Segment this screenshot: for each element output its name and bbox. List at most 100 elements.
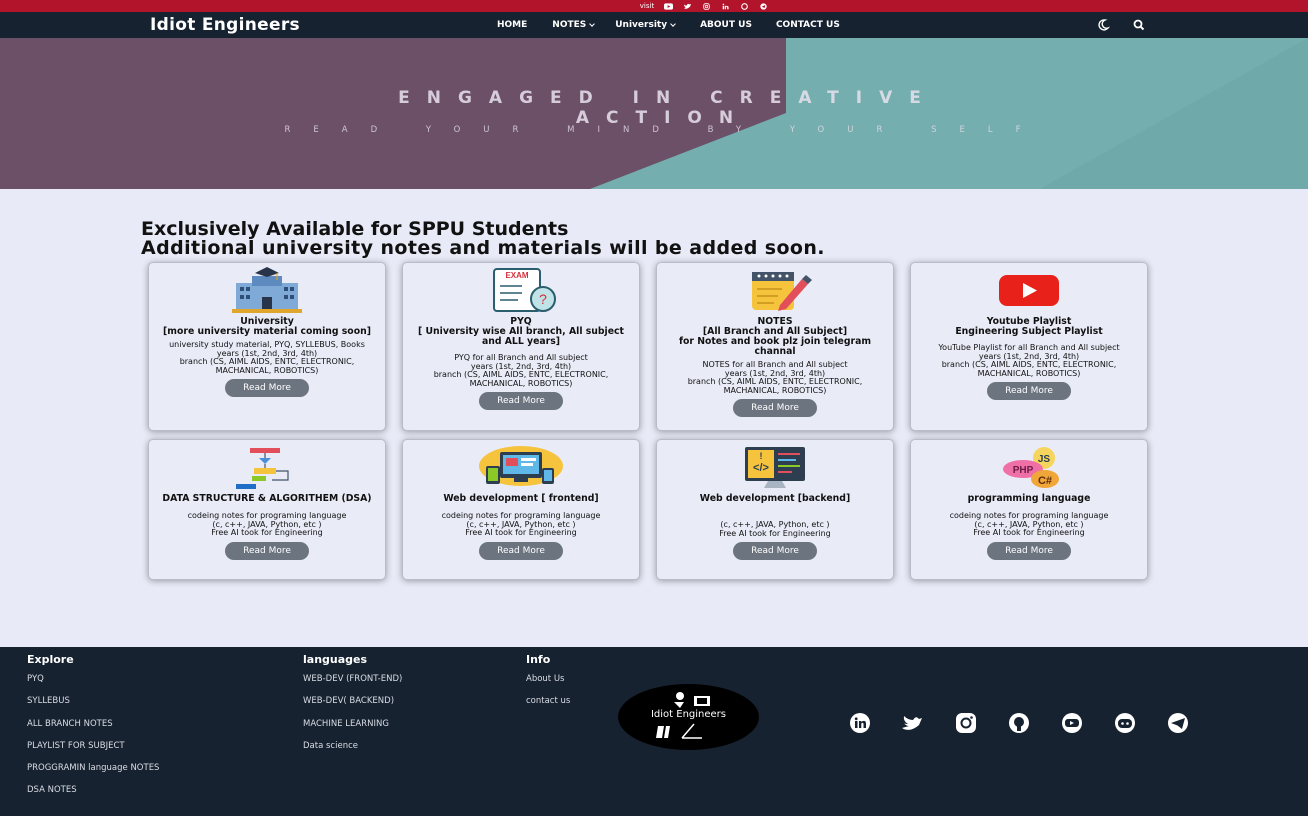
footer-link[interactable]: SYLLEBUS bbox=[27, 696, 159, 718]
card-description: (c, c++, JAVA, Python, etc ) Free AI too… bbox=[719, 520, 831, 538]
languages-icon: JS PHP C# bbox=[915, 444, 1143, 490]
twitter-icon[interactable] bbox=[900, 713, 926, 733]
section-subheading: Additional university notes and material… bbox=[141, 237, 825, 259]
footer-link[interactable]: PLAYLIST FOR SUBJECT bbox=[27, 741, 159, 763]
card-web-frontend: Web development [ frontend] codeing note… bbox=[402, 439, 640, 580]
flowchart-icon bbox=[153, 444, 381, 490]
hero-banner: ENGAGED IN CREATIVE ACTION READ YOUR MIN… bbox=[0, 38, 1308, 189]
footer-socials bbox=[847, 713, 1191, 733]
read-more-button[interactable]: Read More bbox=[987, 382, 1071, 400]
visit-label: visit bbox=[639, 2, 655, 10]
linkedin-icon[interactable] bbox=[847, 713, 873, 733]
nav-notes-dropdown[interactable]: NOTES bbox=[552, 20, 596, 30]
footer-logo-text: Idiot Engineers bbox=[650, 709, 727, 720]
read-more-button[interactable]: Read More bbox=[479, 392, 563, 410]
instagram-icon[interactable] bbox=[953, 713, 979, 733]
read-more-button[interactable]: Read More bbox=[987, 541, 1071, 560]
card-description: university study material, PYQ, SYLLEBUS… bbox=[169, 340, 365, 375]
chevron-down-icon bbox=[589, 20, 596, 27]
card-description: NOTES for all Branch and All subject yea… bbox=[687, 360, 863, 395]
csharp-label: C# bbox=[1038, 475, 1052, 487]
nav-home[interactable]: HOME bbox=[497, 20, 527, 30]
twitter-icon[interactable] bbox=[683, 3, 692, 10]
svg-text:?: ? bbox=[539, 291, 547, 307]
footer-link[interactable]: PROGGRAMIN language NOTES bbox=[27, 763, 159, 785]
footer-link[interactable]: MACHINE LEARNING bbox=[303, 719, 402, 741]
instagram-icon[interactable] bbox=[702, 2, 711, 10]
card-pyq: EXAM ? PYQ [ University wise All branch,… bbox=[402, 262, 640, 431]
footer-link[interactable]: WEB-DEV( BACKEND) bbox=[303, 696, 402, 718]
exam-icon: EXAM ? bbox=[407, 267, 635, 313]
code-monitor-icon: </> ! bbox=[661, 444, 889, 490]
nav-about[interactable]: ABOUT US bbox=[700, 20, 752, 30]
svg-text:</>: </> bbox=[753, 462, 769, 474]
svg-text:!: ! bbox=[760, 451, 763, 461]
card-title: DATA STRUCTURE & ALGORITHEM (DSA) bbox=[162, 493, 372, 504]
card-notes: NOTES [All Branch and All Subject] for N… bbox=[656, 262, 894, 431]
card-title: University [more university material com… bbox=[163, 316, 371, 337]
card-university: University [more university material com… bbox=[148, 262, 386, 431]
card-description: codeing notes for programing language (c… bbox=[187, 511, 347, 537]
card-youtube-playlist: Youtube Playlist Engineering Subject Pla… bbox=[910, 262, 1148, 431]
notes-icon bbox=[661, 267, 889, 313]
footer: Explore PYQ SYLLEBUS ALL BRANCH NOTES PL… bbox=[0, 647, 1308, 816]
card-title: NOTES [All Branch and All Subject] for N… bbox=[678, 316, 872, 357]
hero-title-line1: ENGAGED IN CREATIVE bbox=[398, 88, 938, 108]
card-title: Web development [ frontend] bbox=[443, 493, 599, 504]
github-icon[interactable] bbox=[1006, 713, 1032, 733]
read-more-button[interactable]: Read More bbox=[479, 541, 563, 560]
footer-explore: Explore PYQ SYLLEBUS ALL BRANCH NOTES PL… bbox=[27, 653, 159, 808]
nav-contact-label: CONTACT US bbox=[775, 20, 840, 30]
read-more-button[interactable]: Read More bbox=[733, 542, 817, 560]
telegram-icon[interactable] bbox=[1165, 713, 1191, 733]
github-icon[interactable] bbox=[740, 2, 749, 10]
footer-languages: languages WEB-DEV (FRONT-END) WEB-DEV( B… bbox=[303, 653, 402, 763]
brand-logo[interactable]: Idiot Engineers bbox=[150, 15, 300, 35]
card-title: Youtube Playlist Engineering Subject Pla… bbox=[955, 316, 1103, 337]
footer-heading: Explore bbox=[27, 653, 74, 666]
navbar: Idiot Engineers HOME NOTES University AB… bbox=[0, 12, 1308, 38]
footer-link[interactable]: WEB-DEV (FRONT-END) bbox=[303, 674, 402, 696]
hero-subtitle: READ YOUR MIND BY YOUR SELF bbox=[284, 125, 1044, 135]
web-devices-icon bbox=[407, 444, 635, 490]
discord-icon[interactable] bbox=[1112, 713, 1138, 733]
university-icon bbox=[153, 267, 381, 313]
php-label: PHP bbox=[1013, 465, 1034, 476]
footer-link[interactable]: Data science bbox=[303, 741, 402, 763]
nav-notes-label: NOTES bbox=[552, 20, 587, 30]
telegram-icon[interactable] bbox=[759, 2, 768, 10]
footer-heading: languages bbox=[303, 653, 368, 666]
footer-logo: Idiot Engineers bbox=[618, 684, 759, 750]
footer-link[interactable]: contact us bbox=[526, 696, 570, 718]
search-icon[interactable] bbox=[1132, 18, 1146, 32]
read-more-button[interactable]: Read More bbox=[225, 541, 309, 560]
card-title: programming language bbox=[967, 493, 1091, 504]
card-web-backend: </> ! Web development [backend] (c, c++,… bbox=[656, 439, 894, 580]
card-programming-language: JS PHP C# programming language codeing n… bbox=[910, 439, 1148, 580]
linkedin-icon[interactable] bbox=[721, 3, 730, 10]
exam-label: EXAM bbox=[505, 271, 528, 280]
card-description: codeing notes for programing language (c… bbox=[441, 511, 601, 537]
nav-contact[interactable]: CONTACT US bbox=[776, 20, 840, 30]
nav-about-label: ABOUT US bbox=[700, 20, 752, 30]
youtube-icon bbox=[915, 267, 1143, 313]
nav-university-dropdown[interactable]: University bbox=[615, 20, 676, 30]
moon-icon[interactable] bbox=[1096, 18, 1110, 32]
nav-university-label: University bbox=[615, 20, 668, 30]
footer-link[interactable]: ALL BRANCH NOTES bbox=[27, 719, 159, 741]
read-more-button[interactable]: Read More bbox=[733, 399, 817, 417]
youtube-icon[interactable] bbox=[664, 2, 674, 10]
js-label: JS bbox=[1038, 454, 1051, 465]
card-title: PYQ [ University wise All branch, All su… bbox=[418, 316, 624, 347]
nav-icons bbox=[1096, 18, 1146, 32]
footer-link[interactable]: PYQ bbox=[27, 674, 159, 696]
top-social-strip: visit bbox=[0, 0, 1308, 12]
youtube-icon[interactable] bbox=[1059, 713, 1085, 733]
card-description: PYQ for all Branch and All subject years… bbox=[433, 353, 609, 388]
card-title: Web development [backend] bbox=[699, 493, 851, 504]
footer-link[interactable]: About Us bbox=[526, 674, 570, 696]
read-more-button[interactable]: Read More bbox=[225, 379, 309, 397]
footer-heading: Info bbox=[526, 653, 551, 666]
chevron-down-icon bbox=[670, 20, 676, 27]
footer-link[interactable]: DSA NOTES bbox=[27, 785, 159, 807]
